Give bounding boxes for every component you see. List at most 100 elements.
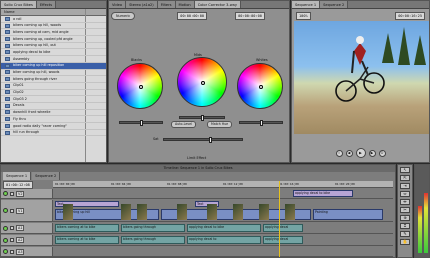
track-lock-icon[interactable]: [10, 249, 14, 254]
browser-item[interactable]: good radio daily "racer coming": [1, 123, 106, 130]
browser-item[interactable]: a roll: [1, 16, 106, 23]
track-lock-icon[interactable]: [10, 208, 14, 213]
browser-item[interactable]: bikers coming up hill, woods: [1, 23, 106, 30]
track-name[interactable]: A1: [16, 225, 25, 231]
browser-item[interactable]: bikers going through river: [1, 76, 106, 83]
browser-item-label: hill run through: [13, 130, 40, 135]
saturation-slider-knob[interactable]: [209, 137, 212, 143]
browser-item[interactable]: bikers coming at cam, mid angle: [1, 29, 106, 37]
browser-item[interactable]: biker coming up hill reposition: [1, 62, 106, 70]
clip-a1-1[interactable]: bikers going through: [121, 224, 185, 232]
track-lock-icon[interactable]: [10, 238, 14, 242]
whites-color-wheel[interactable]: [237, 63, 283, 109]
timeline-current-timecode[interactable]: 01:00:12:08: [3, 181, 33, 189]
tab-timeline-sequence-1[interactable]: Sequence 1: [3, 172, 32, 180]
browser-item[interactable]: bikers coming up hill, out: [1, 43, 106, 50]
tab-filters[interactable]: Filters: [157, 1, 176, 8]
numeric-button[interactable]: Numeric: [111, 11, 136, 20]
timeline-ruler[interactable]: 01:00:00;00 01:00:04;00 01:00:08;00 01:0…: [53, 181, 393, 188]
track-name[interactable]: V1: [16, 207, 25, 214]
edit-select-tool-icon[interactable]: ⇱: [400, 175, 410, 181]
previous-edit-button[interactable]: ◀: [345, 149, 353, 157]
blacks-level-slider[interactable]: [119, 120, 163, 126]
canvas-timecode[interactable]: 00:00:16:25: [395, 12, 425, 20]
clip-a2-0[interactable]: bikers coming at to bike: [55, 236, 119, 244]
browser-item-label: Assembly: [13, 56, 30, 61]
blacks-balance-control[interactable]: [139, 85, 143, 89]
zoom-tool-icon[interactable]: ⊕: [400, 215, 410, 221]
track-lock-icon[interactable]: [10, 191, 14, 196]
clip-icon: [5, 130, 10, 135]
track-select-tool-icon[interactable]: ⇥: [400, 183, 410, 189]
playhead[interactable]: [279, 181, 280, 257]
mids-slider-knob[interactable]: [201, 115, 204, 121]
canvas-video-frame[interactable]: [294, 21, 429, 134]
mids-level-slider[interactable]: [179, 115, 225, 121]
clip-a1-2[interactable]: applying decal to bike: [187, 224, 261, 232]
track-audible-toggle[interactable]: [3, 225, 8, 231]
match-hue-button[interactable]: Match Hue: [207, 121, 233, 128]
razor-tool-icon[interactable]: ✂: [400, 207, 410, 213]
clip-v1-3[interactable]: Painting: [313, 209, 383, 220]
next-edit-button[interactable]: ▶: [368, 149, 376, 157]
browser-item[interactable]: Clip03 2: [1, 96, 106, 103]
tab-canvas-sequence-2[interactable]: Sequence 2: [320, 1, 349, 8]
saturation-slider[interactable]: [163, 137, 243, 143]
track-visibility-toggle[interactable]: [3, 208, 8, 213]
track-name[interactable]: A3: [16, 248, 25, 255]
whites-slider-knob[interactable]: [260, 120, 263, 126]
mids-balance-control[interactable]: [201, 81, 205, 85]
browser-item[interactable]: bikers coming up, cooled pfd angle: [1, 36, 106, 43]
tab-color-corrector[interactable]: Color Corrector 3-way: [194, 1, 241, 8]
selection-tool-icon[interactable]: ↖: [400, 167, 410, 173]
pen-tool-icon[interactable]: ✎: [400, 231, 410, 237]
browser-item[interactable]: downhill front wheelie: [1, 110, 106, 117]
tab-stereo[interactable]: Stereo (a1a2): [126, 1, 158, 8]
browser-item[interactable]: Fly thru: [1, 116, 106, 123]
browser-item[interactable]: Clip01: [1, 83, 106, 90]
browser-item[interactable]: hill run through: [1, 130, 106, 137]
column-header-name[interactable]: Name: [1, 9, 106, 16]
track-lock-icon[interactable]: [10, 226, 14, 230]
blacks-color-wheel[interactable]: [117, 63, 163, 109]
whites-balance-control[interactable]: [259, 85, 263, 89]
tab-effects[interactable]: Effects: [36, 1, 57, 8]
mids-color-wheel[interactable]: [177, 57, 227, 107]
tab-video[interactable]: Video: [109, 1, 127, 8]
tab-timeline-sequence-2[interactable]: Sequence 2: [32, 172, 61, 180]
roll-tool-icon[interactable]: ⇔: [400, 191, 410, 197]
browser-panel: Sollo Crux Bikes Effects Name a roll bike…: [0, 0, 107, 163]
limit-effect-label[interactable]: Limit Effect: [187, 156, 206, 160]
mark-out-button[interactable]: O: [378, 149, 386, 157]
crop-tool-icon[interactable]: ⌗: [400, 223, 410, 229]
clip-a2-2[interactable]: applying decal to: [187, 236, 261, 244]
canvas-zoom[interactable]: 100%: [296, 12, 311, 20]
hand-tool-icon[interactable]: ✋: [400, 239, 410, 245]
play-button[interactable]: ▶: [355, 148, 366, 158]
track-name[interactable]: A2: [16, 237, 25, 243]
track-visibility-toggle[interactable]: [3, 191, 8, 196]
browser-item[interactable]: biker coming up hill, woods: [1, 70, 106, 77]
auto-level-button[interactable]: Auto-Level: [171, 121, 197, 128]
slip-tool-icon[interactable]: ⇹: [400, 199, 410, 205]
tab-project[interactable]: Sollo Crux Bikes: [1, 1, 37, 8]
browser-item[interactable]: Decals: [1, 103, 106, 110]
browser-item[interactable]: Assembly: [1, 56, 106, 63]
whites-level-slider[interactable]: [239, 120, 283, 126]
blacks-slider-knob[interactable]: [140, 120, 143, 126]
track-audible-toggle[interactable]: [3, 249, 8, 254]
viewer-timecode-2[interactable]: 00:00:00:00: [235, 11, 265, 20]
browser-item[interactable]: applying decal to bike: [1, 49, 106, 57]
track-name[interactable]: V2: [16, 190, 25, 197]
clip-v2-0[interactable]: applying decal to bike: [293, 190, 353, 197]
viewer-timecode[interactable]: 00:00:00:00: [177, 11, 208, 20]
tab-canvas-sequence-1[interactable]: Sequence 1: [292, 1, 321, 8]
mark-in-button[interactable]: I: [335, 149, 343, 157]
clip-a1-0[interactable]: bikers coming at to bike: [55, 224, 119, 232]
tab-motion[interactable]: Motion: [175, 1, 195, 8]
clip-a2-3[interactable]: applying decal: [263, 236, 303, 244]
clip-a2-1[interactable]: bikers going through: [121, 236, 185, 244]
clip-a1-3[interactable]: applying decal: [263, 224, 303, 232]
browser-item[interactable]: Clip02: [1, 90, 106, 97]
track-audible-toggle[interactable]: [3, 237, 8, 243]
